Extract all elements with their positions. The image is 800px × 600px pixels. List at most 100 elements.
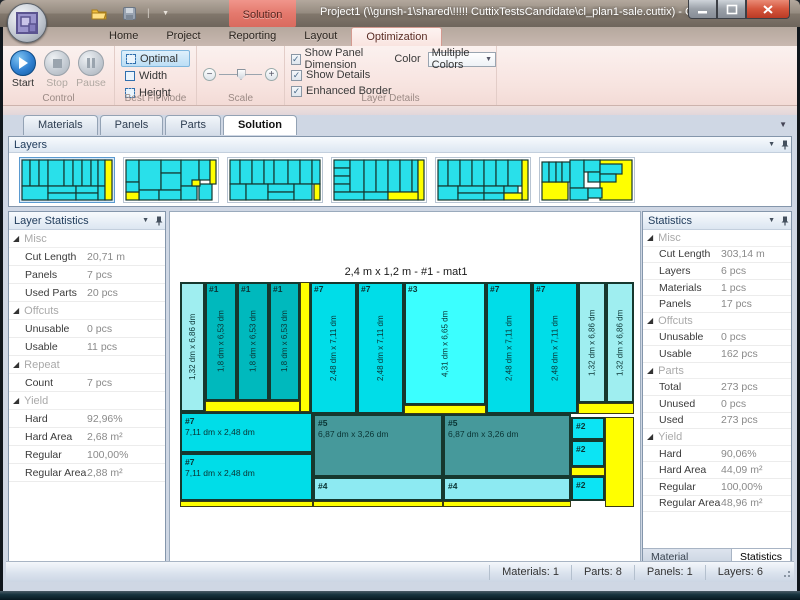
layers-menu-icon[interactable]: ▼ (765, 141, 778, 148)
diagram-panel[interactable]: #72,48 dm x 7,11 dm (310, 282, 357, 414)
maximize-button[interactable] (717, 0, 746, 19)
stats-section-repeat[interactable]: ◢Repeat (9, 356, 165, 374)
ribbon-bottom-strip (3, 106, 797, 115)
diagram-panel[interactable]: #11,8 dm x 6,53 dm (237, 282, 269, 401)
layer-thumbnail-4[interactable] (331, 157, 427, 203)
stats-section-yield[interactable]: ◢Yield (9, 392, 165, 410)
diagram-panel[interactable]: #77,11 dm x 2,48 dm (180, 412, 313, 453)
layer-thumbnail-1[interactable] (19, 157, 115, 203)
show-panel-dimension-checkbox[interactable]: ✓ (291, 54, 301, 65)
doc-tab-parts[interactable]: Parts (165, 115, 221, 135)
stop-button[interactable]: Stop (41, 50, 73, 89)
diagram-panel[interactable]: #56,87 dm x 3,26 dm (313, 414, 443, 477)
stats-row: Cut Length20,71 m (9, 248, 165, 266)
stat-value: 162 pcs (721, 348, 758, 360)
panel-dimension-label: 1,8 dm x 6,53 dm (271, 284, 298, 399)
quick-access-toolbar: ▏ ▼ (88, 4, 169, 22)
diagram-panel[interactable]: 1,32 dm x 6,86 dm (606, 282, 634, 403)
stats-section-yield[interactable]: ◢Yield (643, 429, 791, 446)
ribbon-tab-layout[interactable]: Layout (290, 27, 351, 46)
diagram-panel[interactable]: #34,31 dm x 6,65 dm (404, 282, 486, 405)
diagram-panel[interactable]: #4 (443, 477, 571, 501)
diagram-panel[interactable]: #11,8 dm x 6,53 dm (205, 282, 237, 401)
stat-label: Regular (659, 481, 721, 493)
save-button[interactable] (118, 4, 140, 22)
stat-label: Cut Length (25, 251, 87, 263)
layer-statistics-pin-icon[interactable] (152, 216, 160, 226)
layer-thumbnail-image (22, 160, 112, 200)
color-mode-dropdown[interactable]: Multiple Colors ▼ (428, 52, 496, 67)
layers-pin-icon[interactable] (778, 140, 786, 150)
doc-tab-materials[interactable]: Materials (23, 115, 98, 135)
contextual-tab-group-header[interactable]: Solution (229, 0, 296, 27)
stats-section-offcuts[interactable]: ◢Offcuts (643, 313, 791, 330)
stats-section-misc[interactable]: ◢Misc (643, 230, 791, 247)
layer-title: 2,4 m x 1,2 m - #1 - mat1 (180, 266, 632, 278)
app-logo-icon (16, 12, 38, 34)
stat-value: 7 pcs (87, 269, 112, 281)
solution-canvas[interactable]: 2,4 m x 1,2 m - #1 - mat1 1,32 dm x 6,86… (169, 211, 641, 567)
diagram-panel[interactable]: 1,32 dm x 6,86 dm (180, 282, 205, 412)
scale-increase-button[interactable]: + (265, 68, 278, 81)
layer-statistics-header: Layer Statistics ▼ (9, 212, 165, 230)
optimal-icon (126, 54, 136, 64)
tab-list-dropdown-icon[interactable]: ▼ (779, 120, 787, 129)
doc-tab-panels[interactable]: Panels (100, 115, 164, 135)
qat-dropdown-icon[interactable]: ▼ (162, 10, 169, 17)
layers-panel-title: Layers (14, 139, 47, 151)
layer-thumbnail-5[interactable] (435, 157, 531, 203)
diagram-panel[interactable]: 1,32 dm x 6,86 dm (578, 282, 606, 403)
offcut-rect (571, 467, 605, 476)
stats-section-misc[interactable]: ◢Misc (9, 230, 165, 248)
open-folder-icon (91, 7, 107, 20)
scale-slider-thumb[interactable] (237, 69, 246, 80)
statistics-pin-icon[interactable] (778, 216, 786, 226)
diagram-panel[interactable]: #2 (571, 440, 605, 467)
doc-tab-solution[interactable]: Solution (223, 115, 297, 135)
open-button[interactable] (88, 4, 110, 22)
diagram-panel[interactable]: #72,48 dm x 7,11 dm (532, 282, 578, 414)
pause-button[interactable]: Pause (75, 50, 107, 89)
diagram-panel[interactable]: #72,48 dm x 7,11 dm (486, 282, 532, 414)
resize-grip[interactable] (779, 566, 791, 578)
stat-label: Used Parts (25, 287, 87, 299)
diagram-panel[interactable]: #2 (571, 476, 605, 501)
stats-section-offcuts[interactable]: ◢Offcuts (9, 302, 165, 320)
ribbon-tab-reporting[interactable]: Reporting (215, 27, 291, 46)
diagram-panel[interactable]: #11,8 dm x 6,53 dm (269, 282, 300, 401)
width-icon (125, 71, 135, 81)
diagram-panel[interactable]: #77,11 dm x 2,48 dm (180, 453, 313, 501)
section-name: Yield (24, 395, 48, 407)
statistics-menu-icon[interactable]: ▼ (765, 217, 778, 224)
ribbon-tab-home[interactable]: Home (95, 27, 152, 46)
diagram-panel[interactable]: #56,87 dm x 3,26 dm (443, 414, 571, 477)
ribbon-tab-optimization[interactable]: Optimization (351, 27, 442, 46)
close-button[interactable] (746, 0, 790, 19)
stat-value: 2,68 m² (87, 431, 123, 443)
best-fit-optimal-button[interactable]: Optimal (121, 50, 190, 67)
best-fit-width-button[interactable]: Width (121, 67, 190, 84)
layer-thumbnail-2[interactable] (123, 157, 219, 203)
stats-row: Layers6 pcs (643, 263, 791, 280)
stat-value: 1 pcs (721, 282, 746, 294)
stats-section-parts[interactable]: ◢Parts (643, 363, 791, 380)
diagram-panel[interactable]: #72,48 dm x 7,11 dm (357, 282, 404, 414)
layer-statistics-menu-icon[interactable]: ▼ (139, 217, 152, 224)
maximize-icon (727, 5, 737, 14)
scale-decrease-button[interactable]: − (203, 68, 216, 81)
layer-thumbnail-6[interactable] (539, 157, 635, 203)
layer-thumbnail-3[interactable] (227, 157, 323, 203)
panel-label: #2 (576, 480, 585, 491)
stat-value: 20,71 m (87, 251, 125, 263)
diagram-panel[interactable]: #4 (313, 477, 443, 501)
start-button[interactable]: Start (7, 50, 39, 89)
minimize-button[interactable] (688, 0, 717, 19)
diagram-panel[interactable]: #2 (571, 417, 605, 440)
show-details-checkbox[interactable]: ✓ (291, 70, 302, 81)
ribbon-group-best-fit-mode: Optimal Width Height Best Fit Mode (115, 46, 197, 105)
stats-row: Cut Length303,14 m (643, 247, 791, 264)
scale-slider-track[interactable] (219, 74, 262, 75)
application-menu-button[interactable] (7, 3, 47, 43)
ribbon-tab-project[interactable]: Project (152, 27, 214, 46)
section-name: Yield (658, 431, 682, 443)
